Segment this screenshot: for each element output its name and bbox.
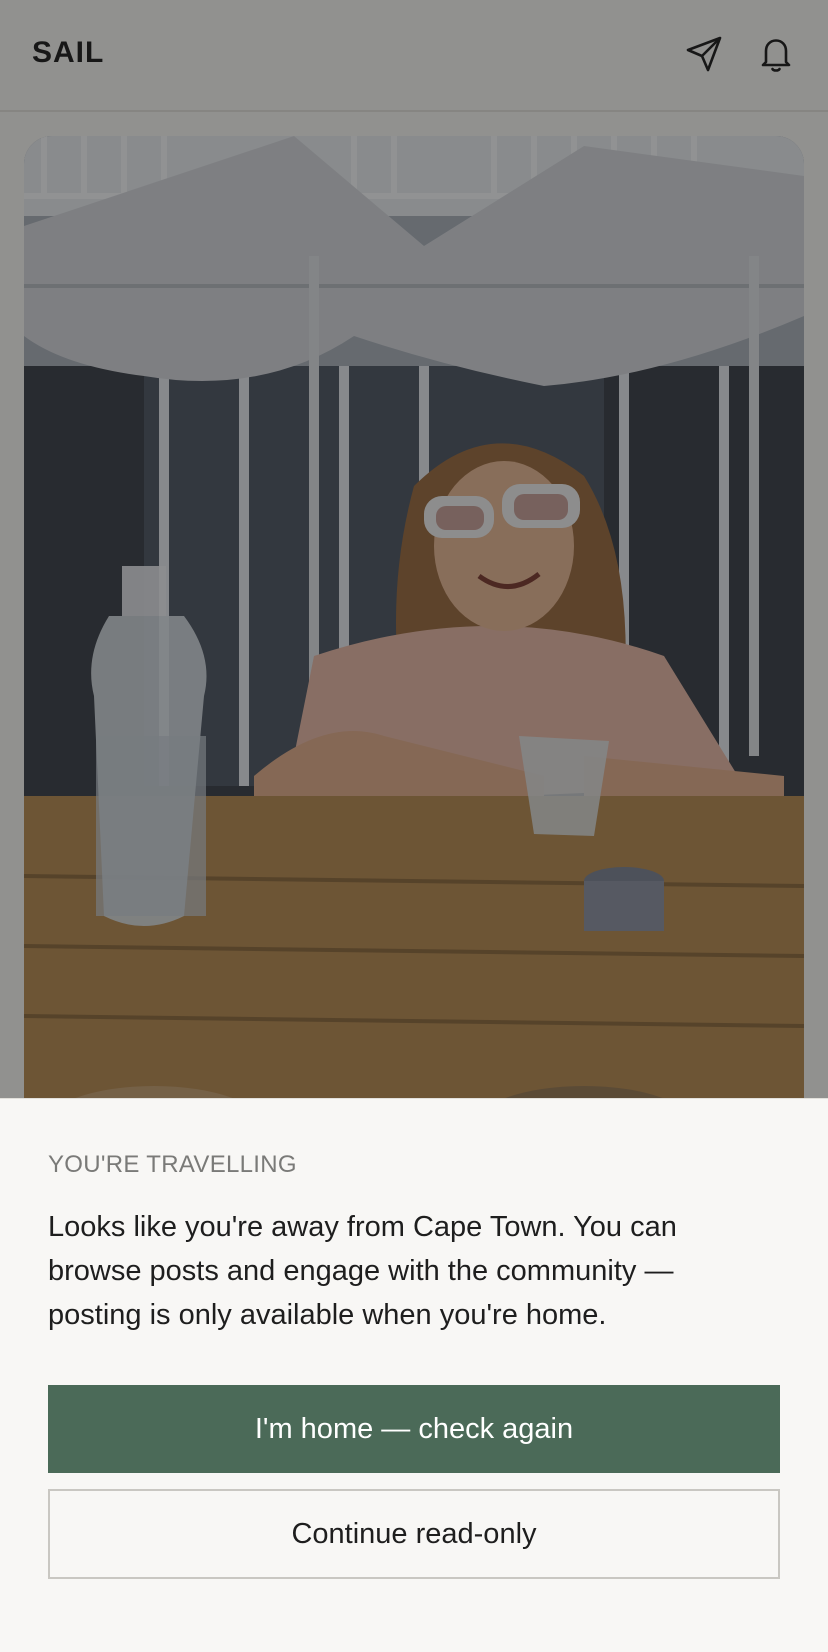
continue-read-only-button[interactable]: Continue read-only [48,1489,780,1579]
modal-backdrop[interactable] [0,0,828,1098]
sheet-eyebrow: YOU'RE TRAVELLING [48,1151,297,1178]
check-again-button[interactable]: I'm home — check again [48,1385,780,1473]
sheet-message: Looks like you're away from Cape Town. Y… [48,1211,677,1331]
app-screen: SAIL YOU'RE TRAVELLING Looks like you're… [0,0,828,1652]
travel-notice-sheet: YOU'RE TRAVELLING Looks like you're away… [0,1098,828,1652]
